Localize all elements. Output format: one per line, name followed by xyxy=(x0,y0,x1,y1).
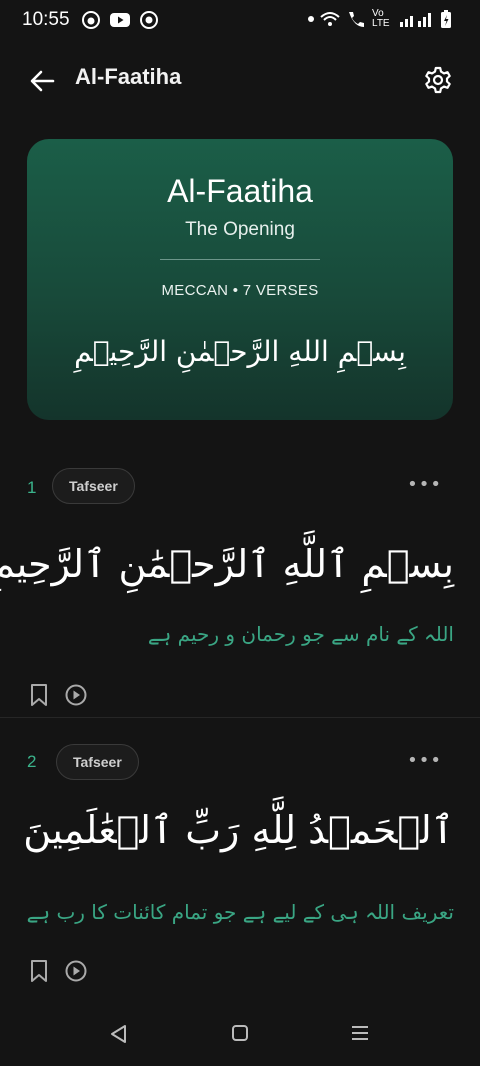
verse-item: 2 Tafseer ••• ٱلۡحَمۡدُ لِلَّهِ رَبِّ ٱل… xyxy=(0,742,480,992)
back-arrow-icon[interactable] xyxy=(28,66,58,96)
call-icon xyxy=(349,12,364,27)
youtube-icon xyxy=(110,13,130,27)
settings-gear-icon[interactable] xyxy=(424,66,452,94)
dot-icon xyxy=(308,16,314,22)
verse-arabic-text: ٱلۡحَمۡدُ لِلَّهِ رَبِّ ٱلۡعَٰلَمِينَ xyxy=(23,808,454,852)
verse-number: 1 xyxy=(27,478,37,497)
verse-item: 1 Tafseer ••• بِسۡمِ ٱللَّهِ ٱلرَّحۡمَٰن… xyxy=(0,466,480,716)
bismillah-text: بِسۡمِ اللهِ الرَّحۡمٰنِ الرَّحِيۡمِ xyxy=(74,335,406,368)
tafseer-chip[interactable]: Tafseer xyxy=(52,468,135,504)
nav-recents-icon[interactable] xyxy=(351,1024,369,1042)
status-icons: Vo LTE xyxy=(308,9,452,29)
nav-home-icon[interactable] xyxy=(231,1024,249,1042)
media-icon xyxy=(140,11,158,29)
surah-translation: The Opening xyxy=(185,219,295,240)
card-divider xyxy=(160,259,320,260)
status-bar: 10:55 Vo LTE xyxy=(0,0,480,42)
verse-number: 2 xyxy=(27,752,37,771)
system-nav-bar xyxy=(0,1010,480,1060)
surah-header-card: Al-Faatiha The Opening MECCAN • 7 VERSES… xyxy=(27,139,453,420)
bookmark-icon[interactable] xyxy=(30,960,48,982)
surah-meta: MECCAN • 7 VERSES xyxy=(161,282,319,299)
more-options-icon[interactable]: ••• xyxy=(407,750,442,771)
wifi-icon xyxy=(320,12,340,26)
verse-translation-text: اللہ کے نام سے جو رحمان و رحیم ہے xyxy=(147,622,454,646)
verse-divider xyxy=(0,717,480,718)
more-options-icon[interactable]: ••• xyxy=(407,474,442,495)
nav-back-icon[interactable] xyxy=(109,1024,129,1044)
page-title: Al-Faatiha xyxy=(75,64,182,89)
app-bar: Al-Faatiha xyxy=(0,50,480,110)
tafseer-chip[interactable]: Tafseer xyxy=(56,744,139,780)
surah-name: Al-Faatiha xyxy=(167,173,313,209)
network-label: Vo LTE xyxy=(372,8,390,29)
bookmark-icon[interactable] xyxy=(30,684,48,706)
verse-translation-text: تعریف اللہ ہی کے لیے ہے جو تمام کائنات ک… xyxy=(26,900,454,924)
battery-icon xyxy=(441,10,451,28)
verse-arabic-text: بِسۡمِ ٱللَّهِ ٱلرَّحۡمَٰنِ ٱلرَّحِيمِ xyxy=(0,542,454,586)
play-audio-icon[interactable] xyxy=(65,960,87,982)
signal-icon xyxy=(400,13,431,27)
play-audio-icon[interactable] xyxy=(65,684,87,706)
status-time: 10:55 xyxy=(22,9,70,30)
notification-icon xyxy=(82,11,100,29)
